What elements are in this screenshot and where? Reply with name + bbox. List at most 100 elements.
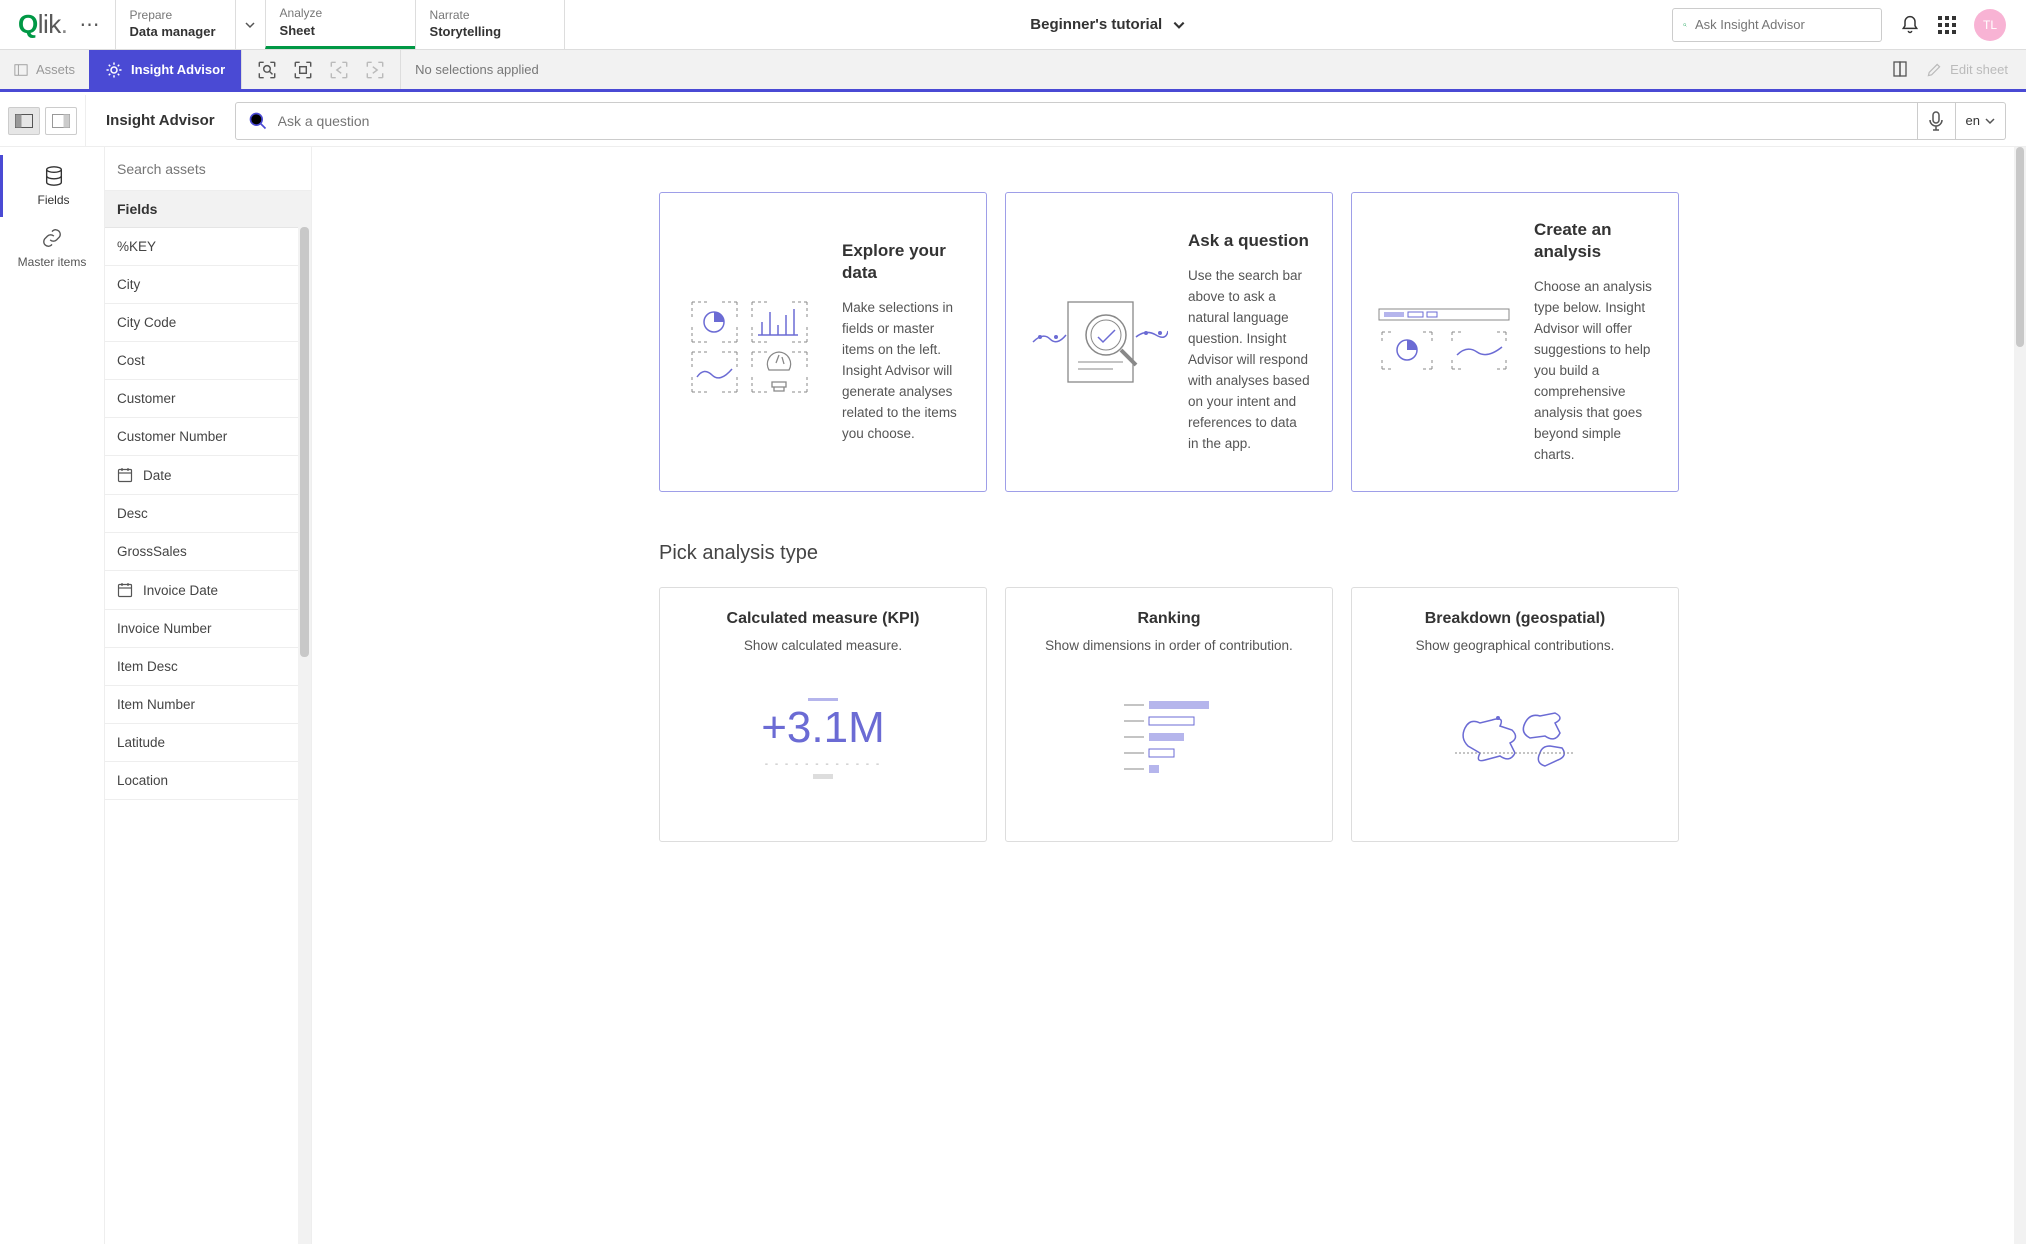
card-title: Create an analysis (1534, 219, 1656, 263)
card-body: Make selections in fields or master item… (842, 298, 964, 444)
field-label: Item Number (117, 697, 195, 712)
field-label: City (117, 277, 140, 292)
analysis-title: Breakdown (geospatial) (1372, 610, 1658, 628)
analysis-desc: Show calculated measure. (680, 638, 966, 653)
app-launcher-icon[interactable] (1938, 16, 1956, 34)
analysis-type-card[interactable]: Ranking Show dimensions in order of contr… (1005, 587, 1333, 842)
more-menu-icon[interactable]: ⋯ (80, 12, 100, 37)
field-item[interactable]: %KEY (105, 228, 311, 266)
card-title: Ask a question (1188, 230, 1310, 252)
qlik-logo: Qlik. (18, 9, 68, 40)
field-item[interactable]: Cost (105, 342, 311, 380)
smart-search-icon[interactable] (256, 59, 278, 81)
field-label: City Code (117, 315, 176, 330)
field-label: Cost (117, 353, 145, 368)
right-panel-toggle[interactable] (45, 107, 77, 135)
analysis-thumbnail (1372, 683, 1658, 793)
bookmarks-icon[interactable] (1892, 59, 1910, 80)
analysis-thumbnail (1026, 683, 1312, 793)
card-illustration (1028, 287, 1168, 397)
tab-prepare-sub: Data manager (130, 23, 225, 41)
left-panel-toggle[interactable] (8, 107, 40, 135)
content-scrollbar[interactable] (2014, 147, 2026, 1244)
assets-button[interactable]: Assets (0, 50, 89, 89)
analysis-desc: Show geographical contributions. (1372, 638, 1658, 653)
field-label: Customer (117, 391, 176, 406)
language-dropdown[interactable]: en (1956, 102, 2006, 140)
field-label: Customer Number (117, 429, 227, 444)
field-label: %KEY (117, 239, 156, 254)
no-selections-text: No selections applied (401, 50, 539, 89)
search-icon (1683, 16, 1687, 34)
analysis-type-card[interactable]: Breakdown (geospatial) Show geographical … (1351, 587, 1679, 842)
field-item[interactable]: Invoice Number (105, 610, 311, 648)
step-forward-icon (364, 59, 386, 81)
vnav-fields-label: Fields (37, 193, 69, 207)
chevron-down-icon (1172, 18, 1186, 32)
global-search[interactable] (1672, 8, 1882, 42)
notifications-icon[interactable] (1900, 15, 1920, 35)
analysis-type-card[interactable]: Calculated measure (KPI)Show calculated … (659, 587, 987, 842)
field-item[interactable]: City Code (105, 304, 311, 342)
selections-tool-icon[interactable] (292, 59, 314, 81)
language-label: en (1966, 113, 1980, 128)
field-item[interactable]: GrossSales (105, 533, 311, 571)
intro-card[interactable]: Explore your data Make selections in fiel… (659, 192, 987, 492)
intro-card[interactable]: Ask a question Use the search bar above t… (1005, 192, 1333, 492)
step-back-icon (328, 59, 350, 81)
fields-scrollbar[interactable] (298, 227, 311, 1244)
global-search-input[interactable] (1695, 17, 1871, 32)
edit-sheet-label: Edit sheet (1950, 62, 2008, 77)
field-item[interactable]: Invoice Date (105, 571, 311, 610)
pencil-icon (1926, 62, 1942, 78)
assets-label: Assets (36, 62, 75, 77)
database-icon (43, 165, 65, 187)
date-icon (117, 582, 133, 598)
microphone-button[interactable] (1918, 102, 1956, 140)
tab-narrate[interactable]: Narrate Storytelling (415, 0, 565, 49)
card-title: Explore your data (842, 240, 964, 284)
field-label: Invoice Date (143, 583, 218, 598)
vnav-master-items[interactable]: Master items (0, 217, 104, 279)
tab-prepare-label: Prepare (130, 8, 225, 24)
prepare-dropdown[interactable] (235, 0, 265, 49)
field-item[interactable]: Customer (105, 380, 311, 418)
field-label: Invoice Number (117, 621, 212, 636)
chevron-down-icon (1985, 116, 1995, 126)
field-label: Latitude (117, 735, 165, 750)
microphone-icon (1928, 111, 1944, 131)
field-item[interactable]: Customer Number (105, 418, 311, 456)
app-title-text: Beginner's tutorial (1030, 16, 1162, 33)
edit-sheet-button: Edit sheet (1926, 62, 2008, 78)
field-item[interactable]: Item Desc (105, 648, 311, 686)
tab-analyze[interactable]: Analyze Sheet (265, 0, 415, 49)
card-illustration (1374, 307, 1514, 377)
panel-icon (14, 63, 28, 77)
field-item[interactable]: Desc (105, 495, 311, 533)
insight-advisor-title: Insight Advisor (86, 112, 235, 129)
date-icon (117, 467, 133, 483)
tab-narrate-sub: Storytelling (430, 23, 544, 41)
tab-narrate-label: Narrate (430, 8, 544, 24)
app-title-dropdown[interactable]: Beginner's tutorial (565, 0, 1652, 49)
field-item[interactable]: Latitude (105, 724, 311, 762)
vnav-master-label: Master items (18, 255, 87, 269)
question-input-wrap[interactable] (235, 102, 1918, 140)
card-body: Use the search bar above to ask a natura… (1188, 266, 1310, 454)
field-item[interactable]: City (105, 266, 311, 304)
analysis-title: Ranking (1026, 610, 1312, 628)
question-input[interactable] (278, 113, 1905, 129)
field-item[interactable]: Item Number (105, 686, 311, 724)
tab-prepare[interactable]: Prepare Data manager (115, 0, 265, 49)
user-avatar[interactable]: TL (1974, 9, 2006, 41)
analysis-desc: Show dimensions in order of contribution… (1026, 638, 1312, 653)
vnav-fields[interactable]: Fields (0, 155, 104, 217)
field-item[interactable]: Location (105, 762, 311, 800)
intro-card[interactable]: Create an analysis Choose an analysis typ… (1351, 192, 1679, 492)
field-item[interactable]: Date (105, 456, 311, 495)
field-label: Desc (117, 506, 148, 521)
card-body: Choose an analysis type below. Insight A… (1534, 277, 1656, 465)
insight-advisor-button[interactable]: Insight Advisor (89, 50, 241, 89)
fields-search-input[interactable] (117, 161, 299, 177)
insight-icon (105, 61, 123, 79)
